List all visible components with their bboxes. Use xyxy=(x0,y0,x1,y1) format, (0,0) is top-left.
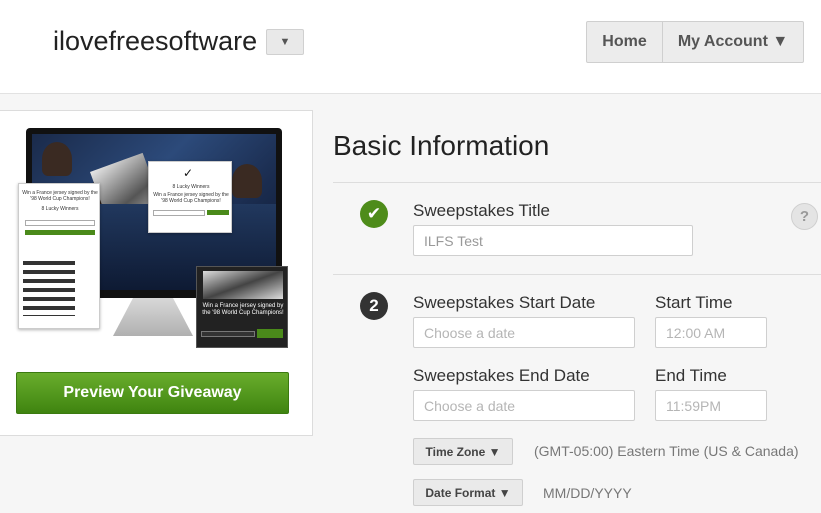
step-divider xyxy=(333,274,821,275)
date-format-dropdown-button[interactable]: Date Format ▼ xyxy=(413,479,523,506)
jersey-image xyxy=(23,256,75,316)
preview-card-center: ✓ 8 Lucky Winners Win a France jersey si… xyxy=(148,161,232,233)
section-divider xyxy=(333,182,821,183)
start-time-input[interactable] xyxy=(655,317,767,348)
top-bar: ilovefreesoftware ▼ Home My Account ▼ xyxy=(0,0,821,94)
giveaway-preview-panel: ✓ 8 Lucky Winners Win a France jersey si… xyxy=(0,110,313,436)
end-date-input[interactable] xyxy=(413,390,635,421)
end-time-input[interactable] xyxy=(655,390,767,421)
preview-card-right: Win a France jersey signed by the '98 Wo… xyxy=(196,266,288,348)
brand-name[interactable]: ilovefreesoftware xyxy=(53,26,257,57)
start-time-label: Start Time xyxy=(655,293,733,312)
help-icon[interactable]: ? xyxy=(791,203,818,230)
monitor-stand xyxy=(113,298,193,336)
sweepstakes-title-label: Sweepstakes Title xyxy=(413,201,551,220)
account-nav: Home My Account ▼ xyxy=(586,21,804,63)
date-format-value: MM/DD/YYYY xyxy=(543,485,632,501)
section-title: Basic Information xyxy=(333,130,550,161)
end-date-label: Sweepstakes End Date xyxy=(413,366,590,385)
preview-giveaway-button[interactable]: Preview Your Giveaway xyxy=(16,372,289,414)
brand-dropdown-button[interactable]: ▼ xyxy=(266,29,304,55)
home-button[interactable]: Home xyxy=(587,22,663,62)
preview-card-left: Win a France jersey signed by the '98 Wo… xyxy=(18,183,100,329)
end-time-label: End Time xyxy=(655,366,727,385)
chevron-down-icon: ▼ xyxy=(279,36,291,48)
timezone-value: (GMT-05:00) Eastern Time (US & Canada) xyxy=(534,443,799,459)
my-account-button[interactable]: My Account ▼ xyxy=(663,22,803,62)
timezone-dropdown-button[interactable]: Time Zone ▼ xyxy=(413,438,513,465)
start-date-input[interactable] xyxy=(413,317,635,348)
giveaway-preview-image: ✓ 8 Lucky Winners Win a France jersey si… xyxy=(18,128,293,350)
step-number-badge: 2 xyxy=(360,292,388,320)
start-date-label: Sweepstakes Start Date xyxy=(413,293,596,312)
sweepstakes-title-input[interactable] xyxy=(413,225,693,256)
check-icon: ✔ xyxy=(360,200,388,228)
